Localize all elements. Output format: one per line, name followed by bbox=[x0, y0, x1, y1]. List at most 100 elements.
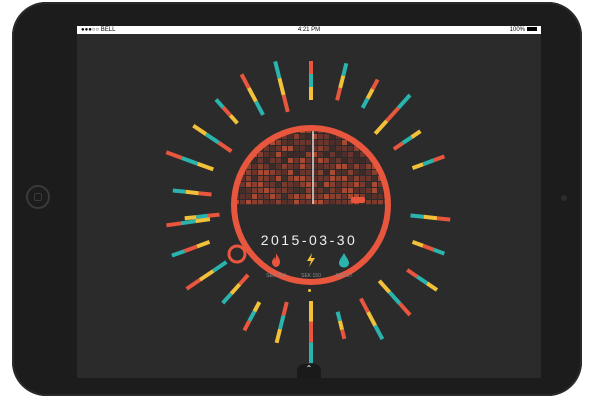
heatmap-cell bbox=[252, 182, 257, 187]
progress-marker[interactable] bbox=[351, 197, 365, 203]
ray-segment bbox=[198, 191, 212, 197]
heatmap-cell bbox=[384, 146, 388, 151]
heatmap-cell bbox=[324, 158, 329, 163]
heatmap-cell bbox=[252, 134, 257, 139]
heatmap-cell bbox=[276, 140, 281, 145]
heatmap-cell bbox=[378, 188, 383, 193]
chevron-up-icon: ⌃ bbox=[305, 364, 313, 373]
heatmap-cell bbox=[300, 152, 305, 157]
date-label: 2015-03-30 bbox=[260, 232, 358, 248]
heatmap-cell bbox=[354, 158, 359, 163]
heatmap-cell bbox=[294, 182, 299, 187]
usage-heatmap-grid bbox=[234, 128, 388, 205]
gas-cost-label: SEK 154 bbox=[266, 273, 286, 279]
heatmap-cell bbox=[246, 134, 251, 139]
ray-segment bbox=[185, 278, 202, 291]
heatmap-cell bbox=[294, 176, 299, 181]
heatmap-cell bbox=[348, 128, 353, 133]
heatmap-cell bbox=[342, 170, 347, 175]
ray-segment bbox=[273, 60, 282, 79]
camera bbox=[561, 195, 567, 201]
heatmap-cell bbox=[342, 176, 347, 181]
heatmap-cell bbox=[270, 146, 275, 151]
heatmap-cell bbox=[300, 146, 305, 151]
heatmap-cell bbox=[366, 188, 371, 193]
heatmap-cell bbox=[354, 182, 359, 187]
heatmap-cell bbox=[282, 182, 287, 187]
heatmap-cell bbox=[318, 182, 323, 187]
pull-up-handle[interactable]: ⌃ bbox=[297, 364, 321, 378]
heatmap-cell bbox=[354, 170, 359, 175]
heatmap-cell bbox=[360, 188, 365, 193]
heatmap-cell bbox=[240, 152, 245, 157]
ray-segment bbox=[229, 282, 242, 296]
heatmap-cell bbox=[324, 140, 329, 145]
heatmap-cell bbox=[348, 152, 353, 157]
ray-segment bbox=[423, 214, 438, 221]
ray-segment bbox=[377, 279, 391, 294]
ray-segment bbox=[166, 221, 182, 228]
heatmap-cell bbox=[270, 188, 275, 193]
heatmap-cell bbox=[378, 134, 383, 139]
heatmap-cell bbox=[282, 188, 287, 193]
heatmap-cell bbox=[354, 128, 359, 133]
heatmap-cell bbox=[276, 146, 281, 151]
heatmap-cell bbox=[282, 170, 287, 175]
heatmap-cell bbox=[336, 158, 341, 163]
heatmap-cell bbox=[324, 188, 329, 193]
heatmap-cell bbox=[324, 182, 329, 187]
heatmap-cell bbox=[246, 182, 251, 187]
heatmap-cell bbox=[234, 134, 239, 139]
heatmap-cell bbox=[324, 146, 329, 151]
ray-segment bbox=[410, 213, 424, 219]
heatmap-cell bbox=[342, 152, 347, 157]
app-screen: ●●●○○ BELL 4:21 PM 100% 2015-03-30 SEK 1… bbox=[77, 26, 541, 378]
ray-segment bbox=[335, 311, 342, 322]
heatmap-cell bbox=[336, 164, 341, 169]
heatmap-cell bbox=[270, 194, 275, 199]
energy-radial-visualization bbox=[165, 60, 451, 363]
heatmap-cell bbox=[330, 152, 335, 157]
heatmap-cell bbox=[300, 176, 305, 181]
ray-segment bbox=[247, 310, 257, 322]
heatmap-cell bbox=[252, 164, 257, 169]
heatmap-cell bbox=[324, 176, 329, 181]
ray-segment bbox=[274, 328, 282, 344]
heatmap-cell bbox=[366, 164, 371, 169]
ray-segment bbox=[217, 141, 233, 153]
ray-segment bbox=[207, 212, 220, 218]
heatmap-cell bbox=[336, 176, 341, 181]
home-button[interactable] bbox=[26, 185, 50, 209]
heatmap-cell bbox=[276, 164, 281, 169]
heatmap-cell bbox=[300, 158, 305, 163]
ray-segment bbox=[433, 154, 446, 163]
ray-segment bbox=[228, 113, 239, 125]
heatmap-cell bbox=[384, 152, 388, 157]
heatmap-cell bbox=[276, 170, 281, 175]
heatmap-cell bbox=[282, 146, 287, 151]
heatmap-cell bbox=[366, 194, 371, 199]
heatmap-cell bbox=[288, 152, 293, 157]
ray-segment bbox=[373, 324, 385, 341]
heatmap-cell bbox=[246, 128, 251, 133]
ray-segment bbox=[415, 274, 429, 285]
heatmap-cell bbox=[324, 134, 329, 139]
heatmap-cell bbox=[270, 128, 275, 133]
ray-segment bbox=[277, 77, 286, 96]
heatmap-cell bbox=[264, 170, 269, 175]
heatmap-cell bbox=[294, 170, 299, 175]
ring-knob[interactable] bbox=[227, 244, 247, 264]
heatmap-cell bbox=[264, 182, 269, 187]
heatmap-cell bbox=[384, 140, 388, 145]
heatmap-cell bbox=[306, 164, 311, 169]
heatmap-cell bbox=[330, 176, 335, 181]
ray-segment bbox=[341, 62, 349, 77]
heatmap-cell bbox=[360, 128, 365, 133]
ray-segment bbox=[252, 301, 262, 313]
heatmap-cell bbox=[372, 182, 377, 187]
heatmap-cell bbox=[306, 140, 311, 145]
heatmap-cell bbox=[270, 152, 275, 157]
heatmap-cell bbox=[348, 176, 353, 181]
heatmap-cell bbox=[318, 170, 323, 175]
heatmap-cell bbox=[258, 170, 263, 175]
